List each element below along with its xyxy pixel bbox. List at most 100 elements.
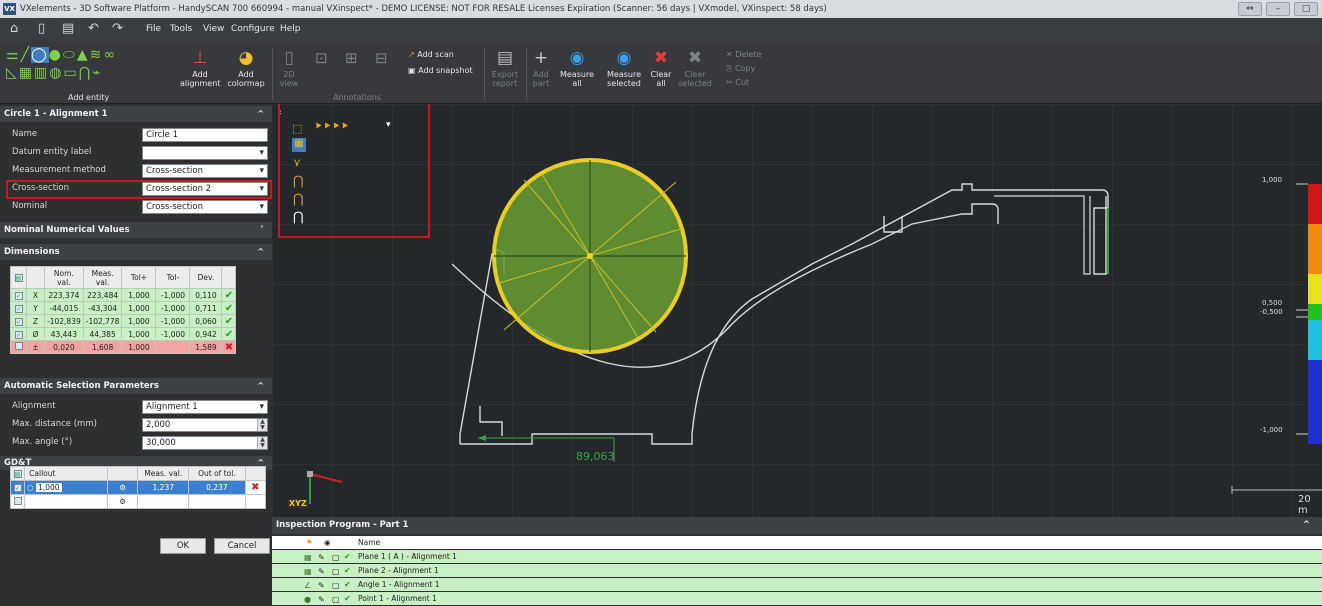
cylinder-icon[interactable]: ◍: [49, 65, 63, 81]
measure-all-button[interactable]: ◉ Measure all: [560, 48, 594, 88]
add-alignment-button[interactable]: ⊥ Add alignment: [180, 48, 220, 88]
line-icon[interactable]: ╱: [21, 47, 31, 63]
nominal-cell[interactable]: -44,015: [44, 301, 84, 315]
home-icon[interactable]: ⌂: [10, 21, 18, 36]
brush-icon[interactable]: ✎: [318, 579, 325, 592]
row-checkbox[interactable]: ▢: [332, 551, 340, 564]
auto-selection-header[interactable]: Automatic Selection Parameters ^: [0, 378, 272, 394]
restore-icon[interactable]: ⇔: [1238, 2, 1262, 16]
arc-icon[interactable]: ⋂: [79, 65, 92, 81]
ellipse-icon[interactable]: ⬭: [63, 47, 77, 63]
row-checkbox[interactable]: ✓: [14, 291, 23, 300]
dimensions-header[interactable]: Dimensions ^: [0, 244, 272, 260]
gear-icon[interactable]: ⚙: [119, 483, 126, 492]
list-item[interactable]: ▦ ✎ ▢ ✔ Plane 2 - Alignment 1: [272, 564, 1322, 577]
select-all-checkbox[interactable]: ▤: [13, 470, 22, 478]
row-checkbox[interactable]: ✓: [13, 484, 22, 492]
nominal-cell[interactable]: 0,020: [44, 340, 84, 354]
plane-icon[interactable]: ⚌: [6, 47, 21, 63]
table-row[interactable]: ✓ X 223,374 223,484 1,000 -1,000 0,110 ✔: [10, 288, 237, 302]
measure-selected-button[interactable]: ◉ Measure selected: [604, 48, 644, 88]
nominal-select[interactable]: Cross-section: [142, 200, 268, 214]
table-row[interactable]: ✓ Ø 43,443 44,385 1,000 -1,000 0,942 ✔: [10, 327, 237, 341]
delete-button[interactable]: ✕ Delete: [726, 50, 762, 59]
circle-icon[interactable]: ◯: [31, 47, 49, 63]
menu-view[interactable]: View: [203, 24, 224, 34]
measurement-method-select[interactable]: Cross-section: [142, 164, 268, 178]
spinner-icon[interactable]: ▲ ▼: [257, 437, 267, 449]
collapse-icon[interactable]: ^: [257, 244, 264, 260]
annotation-tool-2-icon[interactable]: ⊞: [345, 51, 358, 66]
minimize-icon[interactable]: –: [1266, 2, 1290, 16]
nominal-cell[interactable]: -102,839: [44, 314, 84, 328]
tol-minus-cell[interactable]: -1,000: [155, 314, 191, 328]
select-all-checkbox[interactable]: ▤: [14, 274, 23, 282]
cut-button[interactable]: ✂ Cut: [726, 78, 749, 87]
cancel-button[interactable]: Cancel: [214, 538, 270, 554]
export-report-button[interactable]: ▤ Export report: [490, 48, 520, 88]
brush-icon[interactable]: ✎: [318, 593, 325, 606]
tol-minus-cell[interactable]: -1,000: [155, 327, 191, 341]
clear-selected-button[interactable]: ✖ Clear selected: [678, 48, 712, 88]
tol-minus-cell[interactable]: -1,000: [155, 301, 191, 315]
copy-button[interactable]: ⎘ Copy: [726, 64, 755, 73]
brush-icon[interactable]: ✎: [318, 565, 325, 578]
spinner-icon[interactable]: ▲ ▼: [257, 419, 267, 431]
2d-view-button[interactable]: ▯ 2D view: [276, 48, 302, 88]
dimension-value-label[interactable]: 89,063: [576, 450, 615, 463]
list-item[interactable]: ▦ ✎ ▢ ✔ Plane 1 ( A ) - Alignment 1: [272, 550, 1322, 563]
cone-icon[interactable]: ▲: [77, 47, 90, 63]
table-row[interactable]: ⚙: [9, 494, 267, 509]
menu-configure[interactable]: Configure: [231, 24, 275, 34]
menu-file[interactable]: File: [146, 24, 161, 34]
nominal-values-header[interactable]: Nominal Numerical Values ˅: [0, 222, 272, 238]
add-colormap-button[interactable]: ◕ Add colormap: [226, 48, 266, 88]
brush-icon[interactable]: ✎: [318, 551, 325, 564]
maximize-icon[interactable]: ▢: [1294, 2, 1318, 16]
tol-plus-cell[interactable]: 1,000: [121, 314, 157, 328]
3d-viewport[interactable]: ‹ ⬚ ⯈⯈⯈⯈ ▾ ▦ ⋎ ⋂ ⋂ ⋂ 89,063 1,000 0,500 …: [272, 104, 1322, 517]
max-angle-input[interactable]: 30,000 ▲ ▼: [142, 436, 268, 450]
surface-icon[interactable]: ⌁: [92, 65, 102, 81]
clear-all-button[interactable]: ✖ Clear all: [648, 48, 674, 88]
collapse-icon[interactable]: ^: [1303, 517, 1310, 534]
ok-button[interactable]: OK: [160, 538, 206, 554]
menu-help[interactable]: Help: [280, 24, 301, 34]
annotation-tool-1-icon[interactable]: ⊡: [315, 51, 328, 66]
datum-label-select[interactable]: [142, 146, 268, 160]
point-icon[interactable]: ●: [49, 47, 63, 63]
collapse-icon[interactable]: ^: [257, 106, 264, 122]
tol-plus-cell[interactable]: 1,000: [121, 288, 157, 302]
tol-minus-cell[interactable]: -1,000: [155, 288, 191, 302]
polyline-icon[interactable]: ∞: [103, 47, 117, 63]
redo-icon[interactable]: ↷: [112, 21, 123, 36]
row-checkbox[interactable]: ✓: [14, 330, 23, 339]
row-checkbox[interactable]: [14, 342, 23, 350]
inspection-header[interactable]: Inspection Program - Part 1 ^: [272, 517, 1322, 534]
row-checkbox[interactable]: ▢: [332, 565, 340, 578]
table-row[interactable]: ±0,020 1,608 1,000 1,589 ✖: [10, 340, 237, 354]
row-checkbox[interactable]: ✓: [14, 317, 23, 326]
grid-icon[interactable]: ▦: [19, 65, 34, 81]
save-icon[interactable]: ▤: [62, 21, 74, 36]
gear-icon[interactable]: ⚙: [119, 497, 126, 506]
panel-header[interactable]: Circle 1 - Alignment 1 ^: [0, 106, 272, 122]
alignment-select[interactable]: Alignment 1: [142, 400, 268, 414]
xyz-axes-label[interactable]: XYZ: [288, 499, 308, 508]
table-row[interactable]: ✓ Y -44,015 -43,304 1,000 -1,000 0,711 ✔: [10, 301, 237, 315]
annotation-tool-3-icon[interactable]: ⊟: [375, 51, 388, 66]
row-checkbox[interactable]: ▢: [332, 579, 340, 592]
slot-icon[interactable]: ≋: [90, 47, 104, 63]
matrix-icon[interactable]: ▥: [34, 65, 49, 81]
tol-plus-cell[interactable]: 1,000: [121, 301, 157, 315]
triangle-icon[interactable]: ◺: [6, 65, 19, 81]
row-checkbox[interactable]: [13, 496, 22, 505]
list-item[interactable]: ● ✎ ▢ ✔ Point 1 - Alignment 1: [272, 592, 1322, 605]
tol-plus-cell[interactable]: 1,000: [121, 327, 157, 341]
rectangle-icon[interactable]: ▭: [63, 65, 78, 81]
max-distance-input[interactable]: 2,000 ▲ ▼: [142, 418, 268, 432]
tol-minus-cell[interactable]: [155, 340, 191, 354]
callout-value[interactable]: 1,000: [36, 483, 62, 492]
nominal-cell[interactable]: 223,374: [44, 288, 84, 302]
undo-icon[interactable]: ↶: [88, 21, 99, 36]
